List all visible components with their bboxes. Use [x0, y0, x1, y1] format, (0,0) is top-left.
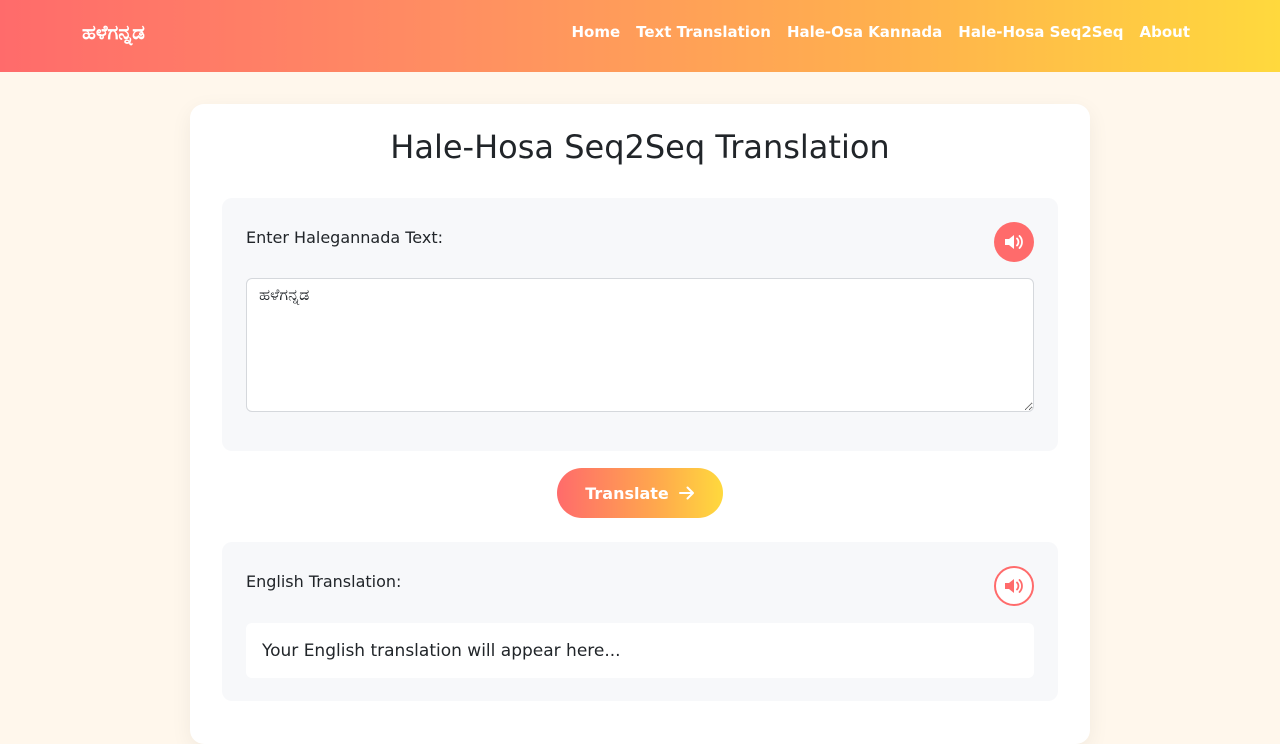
nav-link-text-translation[interactable]: Text Translation — [636, 22, 771, 42]
volume-icon — [1005, 579, 1023, 593]
nav-links: Home Text Translation Hale-Osa Kannada H… — [572, 22, 1191, 42]
translation-output-text: Your English translation will appear her… — [262, 640, 621, 661]
nav-link-about[interactable]: About — [1139, 22, 1190, 42]
navbar: ಹಳೆಗನ್ನಡ Home Text Translation Hale-Osa … — [0, 0, 1280, 72]
translate-button-label: Translate — [585, 483, 669, 503]
halegannada-input[interactable]: ಹಳೆಗನ್ನಡ — [246, 278, 1034, 412]
brand-logo[interactable]: ಹಳೆಗನ್ನಡ — [82, 19, 145, 45]
output-label: English Translation: — [246, 572, 402, 591]
nav-link-home[interactable]: Home — [572, 22, 621, 42]
input-label: Enter Halegannada Text: — [246, 228, 443, 247]
translation-output: Your English translation will appear her… — [246, 623, 1034, 678]
arrow-right-icon — [678, 486, 694, 500]
translate-button[interactable]: Translate — [557, 468, 723, 518]
nav-link-hale-hosa-seq2seq[interactable]: Hale-Hosa Seq2Seq — [958, 22, 1123, 42]
speak-output-button[interactable] — [994, 566, 1034, 606]
nav-link-hale-osa-kannada[interactable]: Hale-Osa Kannada — [787, 22, 942, 42]
volume-icon — [1005, 235, 1023, 249]
speak-input-button[interactable] — [994, 222, 1034, 262]
page-title: Hale-Hosa Seq2Seq Translation — [390, 128, 890, 166]
